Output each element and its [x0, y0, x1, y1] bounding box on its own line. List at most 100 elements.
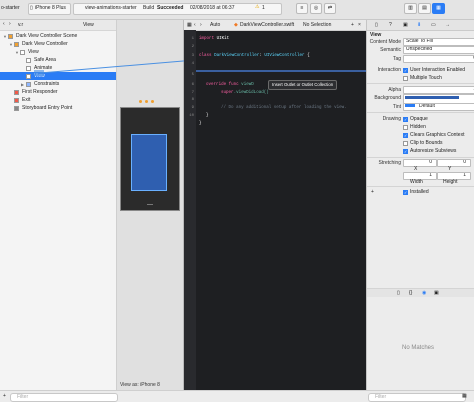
warning-icon[interactable]: ⚠: [255, 4, 259, 10]
stretch-x-field[interactable]: 0: [403, 159, 437, 167]
animate-button[interactable]: [147, 204, 153, 205]
outline-tab-file[interactable]: v.r: [18, 22, 23, 28]
identity-inspector-icon[interactable]: ▣: [403, 22, 408, 28]
outline-item[interactable]: Exit: [0, 96, 116, 104]
scene-dock[interactable]: [139, 100, 154, 103]
back-icon[interactable]: ‹: [3, 21, 5, 27]
file-template-icon[interactable]: ▯: [397, 290, 400, 296]
outline-item-label: Exit: [22, 97, 31, 103]
keyword: override func: [206, 83, 239, 87]
outline-tab-view[interactable]: View: [83, 22, 94, 28]
outlet-tooltip: Insert Outlet or Outlet Collection: [268, 80, 338, 90]
autoresize-checkbox[interactable]: ✓ Autoresize Subviews: [403, 148, 456, 154]
warning-count: 1: [262, 5, 265, 11]
exit-icon: [14, 97, 19, 103]
checkbox-box: [403, 140, 408, 146]
checkbox-label: Autoresize Subviews: [410, 148, 457, 154]
check-icon: ✓: [403, 67, 408, 73]
breadcrumb-selection[interactable]: No Selection: [303, 22, 331, 28]
tint-label: Tint: [392, 104, 401, 110]
outline-item[interactable]: View: [0, 72, 116, 80]
add-variation-icon[interactable]: +: [371, 189, 374, 195]
code-line-10[interactable]: }: [199, 122, 202, 126]
media-library-icon[interactable]: ▣: [434, 290, 439, 296]
exit-dot-icon[interactable]: [151, 100, 154, 103]
vc-dot-icon[interactable]: [139, 100, 142, 103]
tag-label: Tag: [392, 56, 401, 62]
object-library-icon[interactable]: ◉: [422, 290, 426, 296]
add-editor-icon[interactable]: +: [351, 22, 354, 28]
connections-inspector-icon[interactable]: →: [445, 22, 450, 28]
outline-item[interactable]: Animate: [0, 64, 116, 72]
add-icon[interactable]: +: [3, 393, 6, 399]
hidden-checkbox[interactable]: Hidden: [403, 124, 426, 130]
clip-bounds-checkbox[interactable]: Clip to Bounds: [403, 140, 443, 146]
device-frame[interactable]: [120, 107, 180, 211]
code-line-3[interactable]: class DarkViewController: UIViewControll…: [199, 54, 310, 58]
code-line-8[interactable]: // Do any additional setup after loading…: [221, 106, 347, 110]
debug-toggle-icon[interactable]: ▤: [418, 3, 431, 14]
outline-item[interactable]: First Responder: [0, 88, 116, 96]
breadcrumb-mode[interactable]: Auto: [210, 22, 220, 28]
code-line-5[interactable]: override func viewD: [206, 83, 254, 87]
code-line-6[interactable]: super.viewDidLoad(): [221, 91, 269, 95]
tint-select[interactable]: Default: [403, 103, 474, 111]
check-icon: ✓: [403, 148, 408, 154]
standard-editor-button[interactable]: ≡: [296, 3, 308, 14]
close-editor-icon[interactable]: ×: [358, 22, 361, 28]
semantic-select[interactable]: Unspecified: [403, 46, 474, 54]
related-items-icon[interactable]: ▦: [187, 22, 192, 28]
outline-item[interactable]: Storyboard Entry Point: [0, 104, 116, 112]
code-line-9[interactable]: }: [206, 114, 209, 118]
section-divider: [367, 157, 474, 158]
outline-header: ‹ › v.r View: [0, 20, 116, 31]
content-mode-label: Content Mode: [369, 39, 401, 45]
outline-item[interactable]: ▼ View: [0, 48, 116, 56]
grid-view-icon[interactable]: ▦: [462, 393, 467, 399]
tag-field[interactable]: 0: [403, 55, 474, 63]
selected-view[interactable]: [131, 134, 167, 191]
code-line-1[interactable]: import UIKit: [199, 37, 229, 41]
multiple-touch-checkbox[interactable]: Multiple Touch: [403, 75, 442, 81]
keyword: class: [199, 54, 212, 58]
assistant-editor-button[interactable]: ◎: [310, 3, 322, 14]
project-name[interactable]: o-starter: [1, 5, 20, 11]
view-controller-icon: [14, 41, 19, 47]
section-divider: [367, 186, 474, 187]
version-editor-button[interactable]: ⇄: [324, 3, 336, 14]
stretch-y-field[interactable]: 0: [437, 159, 471, 167]
code-snippet-icon[interactable]: {}: [409, 290, 412, 296]
line-number: 2: [191, 45, 194, 49]
outline-item[interactable]: ▶ Constraints: [0, 80, 116, 88]
forward-icon[interactable]: ›: [200, 22, 202, 28]
forward-icon[interactable]: ›: [9, 21, 11, 27]
user-interaction-checkbox[interactable]: ✓ User Interaction Enabled: [403, 67, 465, 73]
code-editor[interactable]: ▦ ‹ › Auto ◆ DarkViewController.swift No…: [184, 20, 366, 390]
device-label[interactable]: View as: iPhone 8: [120, 382, 160, 388]
line-number: 10: [189, 114, 194, 118]
navigator-toggle-icon[interactable]: ▥: [404, 3, 417, 14]
file-inspector-icon[interactable]: ▯: [375, 22, 378, 28]
storyboard-canvas[interactable]: View as: iPhone 8: [117, 20, 184, 390]
outline-item[interactable]: Safe Area: [0, 56, 116, 64]
outline-item[interactable]: ▼ Dark View Controller Scene: [0, 32, 116, 40]
outline-item-label: Constraints: [34, 81, 60, 87]
responder-dot-icon[interactable]: [145, 100, 148, 103]
help-inspector-icon[interactable]: ?: [389, 22, 392, 28]
interaction-label: Interaction: [377, 67, 401, 73]
inspector-toggle-icon[interactable]: ▦: [432, 3, 445, 14]
line-gutter: 1 2 3 4 5 6 7 8 9 10: [184, 30, 196, 390]
installed-checkbox[interactable]: ✓ Installed: [403, 189, 429, 195]
clears-context-checkbox[interactable]: ✓ Clears Graphics Context: [403, 132, 464, 138]
content-mode-select[interactable]: Scale To Fill: [403, 38, 474, 46]
back-icon[interactable]: ‹: [194, 22, 196, 28]
alpha-field[interactable]: 1: [403, 86, 474, 94]
opaque-checkbox[interactable]: ✓ Opaque: [403, 116, 428, 122]
size-inspector-icon[interactable]: ▭: [431, 22, 436, 28]
attributes-inspector-icon[interactable]: ⬇: [417, 22, 421, 28]
scene-icon: [8, 33, 13, 39]
breadcrumb-file[interactable]: DarkViewController.swift: [240, 22, 294, 28]
activity-project: view-animations-starter: [85, 5, 137, 11]
outline-item[interactable]: ▼ Dark View Controller: [0, 40, 116, 48]
keyword: super: [221, 91, 234, 95]
